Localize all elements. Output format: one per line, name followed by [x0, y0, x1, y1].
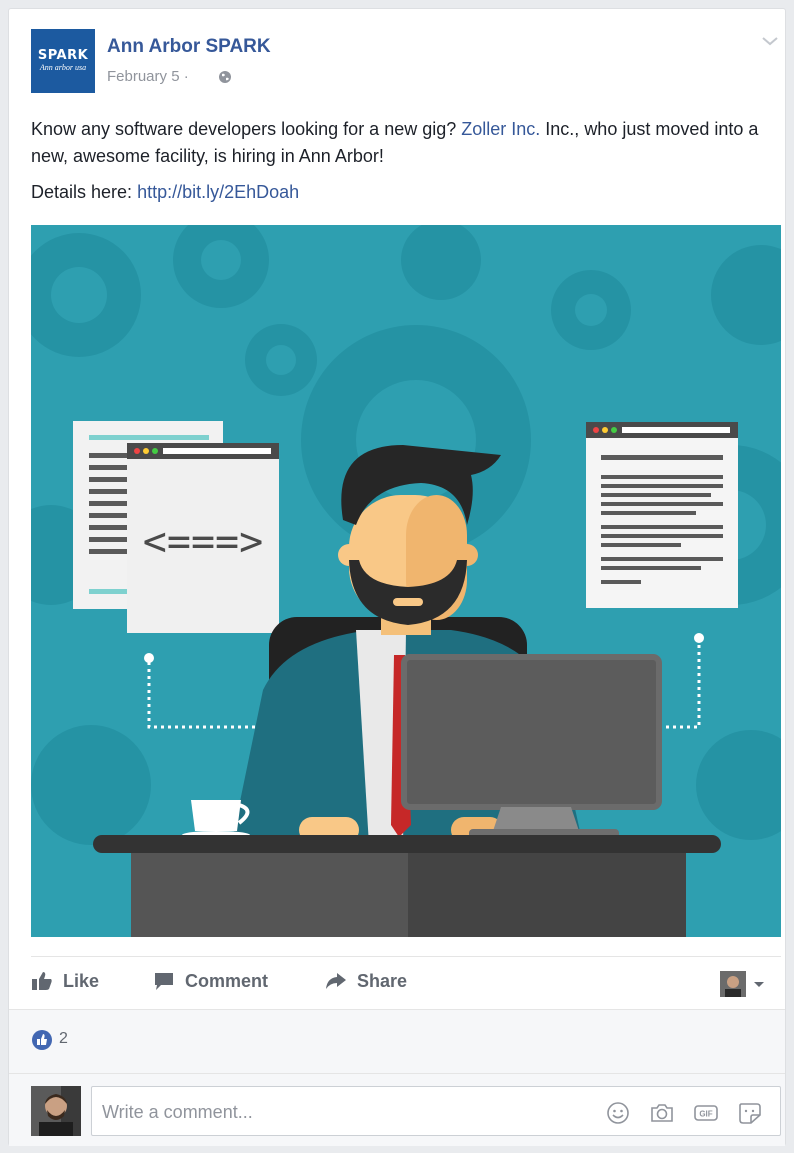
- chevron-down-icon[interactable]: [761, 35, 779, 47]
- like-count[interactable]: 2: [59, 1030, 68, 1048]
- camera-icon[interactable]: [649, 1101, 675, 1125]
- post-text-part: Know any software developers looking for…: [31, 119, 462, 139]
- logo-text: SPARK: [37, 48, 89, 63]
- share-icon: [326, 973, 346, 989]
- emoji-icon[interactable]: [606, 1101, 630, 1125]
- comment-section: GIF: [9, 1073, 785, 1146]
- comment-button[interactable]: Comment: [153, 966, 268, 996]
- logo-subtext: Ann arbor usa: [39, 63, 87, 72]
- share-button[interactable]: Share: [325, 966, 407, 996]
- details-label: Details here:: [31, 182, 138, 202]
- gif-icon[interactable]: GIF: [693, 1101, 719, 1125]
- globe-icon[interactable]: [218, 70, 232, 84]
- commenter-avatar-small: [720, 971, 746, 997]
- like-icon: [32, 972, 52, 990]
- comment-icon: [155, 973, 173, 990]
- like-label: Like: [63, 970, 100, 991]
- post-details: Details here: http://bit.ly/2EhDoah: [31, 182, 299, 203]
- code-symbol: <===>: [143, 519, 263, 565]
- reactions-bar: 2: [9, 1009, 785, 1074]
- audience-selector[interactable]: [720, 971, 766, 997]
- comment-input[interactable]: [100, 1087, 594, 1137]
- like-reaction-icon[interactable]: [31, 1029, 53, 1051]
- chevron-down-icon: [754, 982, 764, 987]
- page-name-link[interactable]: Ann Arbor SPARK: [107, 36, 271, 58]
- svg-text:GIF: GIF: [699, 1110, 712, 1119]
- share-label: Share: [357, 970, 408, 991]
- comment-label: Comment: [185, 970, 269, 991]
- comment-box: GIF: [91, 1086, 781, 1137]
- post-body: Know any software developers looking for…: [31, 116, 766, 170]
- action-divider-top: [31, 956, 781, 957]
- zoller-mention-link[interactable]: Zoller Inc.: [461, 119, 540, 139]
- post-card: SPARK Ann arbor usa Ann Arbor SPARK Febr…: [8, 8, 786, 1146]
- post-timestamp[interactable]: February 5 ·: [107, 68, 189, 85]
- details-url-link[interactable]: http://bit.ly/2EhDoah: [137, 182, 299, 202]
- sticker-icon[interactable]: [737, 1101, 763, 1125]
- post-image[interactable]: <===>: [31, 225, 781, 937]
- like-button[interactable]: Like: [31, 966, 99, 996]
- page-logo[interactable]: SPARK Ann arbor usa: [31, 29, 95, 93]
- avatar[interactable]: [31, 1086, 81, 1136]
